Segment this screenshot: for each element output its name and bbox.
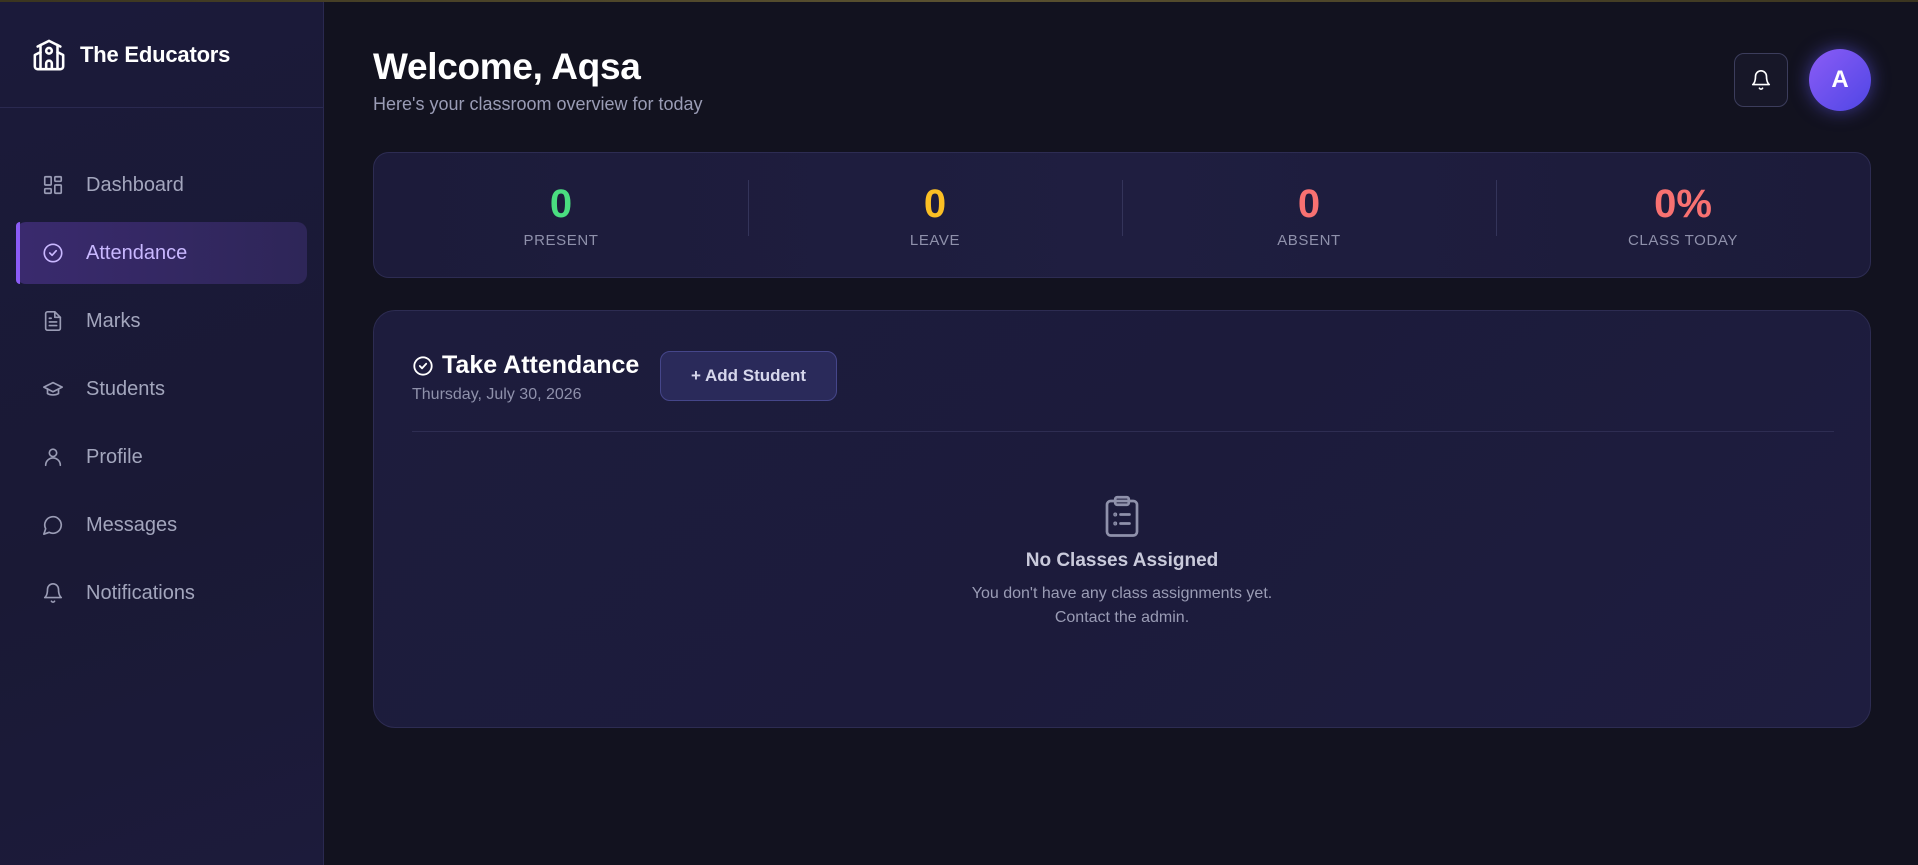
avatar[interactable]: A (1809, 49, 1871, 111)
stat-label: ABSENT (1277, 231, 1341, 249)
check-circle-icon (43, 243, 63, 263)
page-title: Welcome, Aqsa (373, 46, 641, 87)
main-content: Welcome, Aqsa Here's your classroom over… (325, 2, 1918, 865)
user-icon (44, 448, 62, 467)
sidebar-item-students[interactable]: Students (16, 358, 307, 420)
notifications-button[interactable] (1734, 53, 1788, 107)
empty-state-message: You don't have any class assignments yet… (971, 585, 1273, 602)
empty-state: No Classes Assigned You don't have any c… (374, 495, 1870, 630)
stat-value: 0 (923, 181, 947, 226)
stat-class-today: 0% CLASS TODAY (1496, 179, 1870, 249)
brand-name: The Educators (80, 41, 231, 67)
bell-icon (43, 583, 63, 603)
add-student-button[interactable]: + Add Student (660, 351, 837, 401)
message-bubble-icon (43, 515, 63, 535)
attendance-title: Take Attendance (412, 351, 639, 380)
divider (412, 431, 1834, 432)
stats-bar: 0 PRESENT 0 LEAVE 0 ABSENT 0% CLASS TODA… (373, 152, 1871, 278)
attendance-date: Thursday, July 30, 2026 (412, 386, 582, 403)
sidebar-item-label: Marks (86, 309, 141, 332)
brand[interactable]: The Educators (0, 2, 323, 108)
page-subtitle: Here's your classroom overview for today (373, 94, 703, 114)
attendance-title-text: Take Attendance (442, 351, 640, 379)
stat-leave: 0 LEAVE (748, 179, 1122, 249)
stat-label: LEAVE (909, 231, 961, 249)
attendance-header: Take Attendance Thursday, July 30, 2026 (412, 351, 639, 404)
sidebar-item-notifications[interactable]: Notifications (16, 562, 307, 624)
dashboard-icon (43, 175, 63, 195)
stat-value: 0% (1654, 181, 1712, 226)
sidebar-item-label: Notifications (86, 581, 195, 604)
sidebar-nav: Dashboard Attendance Marks Students Prof… (16, 154, 307, 630)
sidebar-item-marks[interactable]: Marks (16, 290, 307, 352)
sidebar-item-messages[interactable]: Messages (16, 494, 307, 556)
stat-value: 0 (1297, 181, 1321, 226)
sidebar-item-label: Profile (86, 445, 143, 468)
empty-state-title: No Classes Assigned (1025, 550, 1219, 571)
stat-absent: 0 ABSENT (1122, 179, 1496, 249)
stat-present: 0 PRESENT (374, 182, 748, 249)
stat-value: 0 (549, 181, 573, 226)
sidebar-item-attendance[interactable]: Attendance (16, 222, 307, 284)
bell-icon (1751, 70, 1771, 90)
document-icon (44, 311, 62, 331)
clipboard-list-icon (1105, 495, 1139, 537)
sidebar-item-label: Students (86, 377, 165, 400)
stat-label: PRESENT (523, 231, 599, 249)
check-circle-icon (413, 355, 433, 376)
sidebar: The Educators Dashboard Attendance Marks (0, 2, 324, 865)
attendance-panel: Take Attendance Thursday, July 30, 2026 … (373, 310, 1871, 728)
sidebar-item-profile[interactable]: Profile (16, 426, 307, 488)
sidebar-item-label: Attendance (86, 241, 188, 264)
school-icon (33, 39, 65, 70)
sidebar-item-label: Messages (86, 513, 178, 536)
graduation-cap-icon (43, 381, 63, 396)
empty-state-message-secondary: Contact the admin. (1054, 609, 1190, 626)
sidebar-item-dashboard[interactable]: Dashboard (16, 154, 307, 216)
stat-label: CLASS TODAY (1628, 231, 1738, 249)
sidebar-item-label: Dashboard (86, 173, 184, 196)
